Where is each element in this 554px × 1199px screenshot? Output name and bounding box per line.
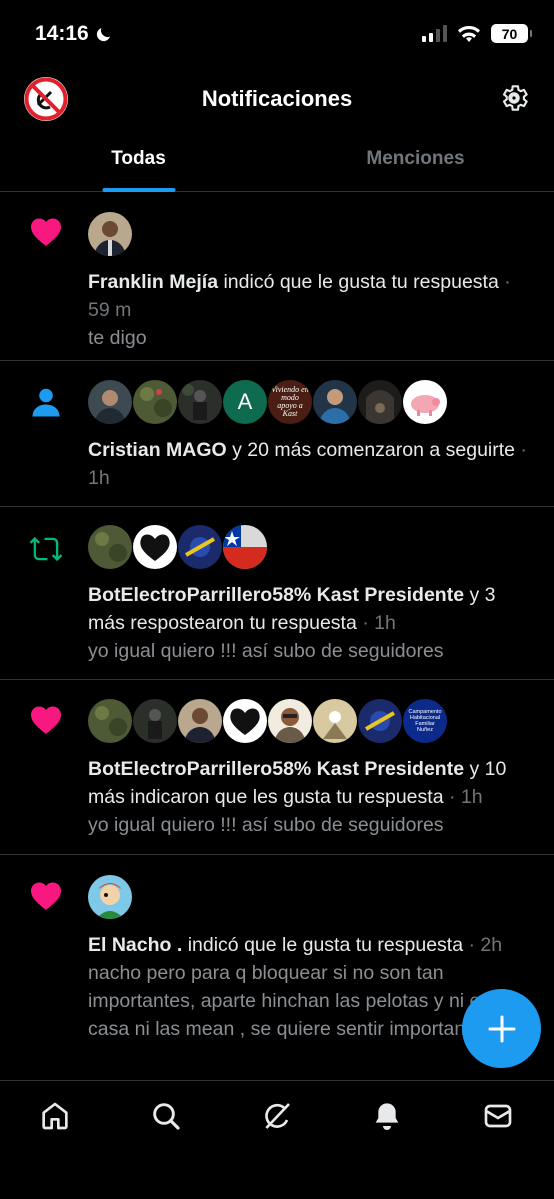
avatar[interactable]	[178, 699, 222, 743]
avatar[interactable]	[88, 699, 132, 743]
status-bar: 14:16 70	[0, 0, 554, 70]
person-icon	[32, 388, 60, 417]
actor-name[interactable]: Franklin Mejía	[88, 271, 218, 293]
search-icon	[153, 1103, 180, 1130]
grok-icon	[265, 1103, 290, 1129]
avatar[interactable]	[358, 380, 402, 424]
avatar[interactable]	[223, 699, 267, 743]
tab-todas[interactable]: Todas	[0, 130, 277, 192]
bell-icon	[375, 1103, 399, 1130]
avatar[interactable]: Viviendo en modo apoyo a Kast	[268, 380, 312, 424]
reply-snippet: te digo	[88, 327, 147, 349]
heart-icon	[31, 706, 61, 734]
nav-messages[interactable]	[481, 1099, 515, 1133]
home-icon	[42, 1102, 68, 1130]
timestamp: · 1h	[356, 612, 396, 634]
compose-post-button[interactable]	[462, 989, 541, 1068]
actor-name[interactable]: Cristian MAGO	[88, 439, 227, 461]
nav-search[interactable]	[149, 1099, 183, 1133]
avatar[interactable]	[313, 380, 357, 424]
tab-menciones[interactable]: Menciones	[277, 130, 554, 191]
header: Notificaciones	[0, 70, 554, 130]
avatar[interactable]: Campamento Habitacional Familiar Nuñez	[403, 699, 447, 743]
mail-icon	[484, 1104, 512, 1128]
notification-item[interactable]: Campamento Habitacional Familiar Nuñez B…	[0, 680, 554, 855]
status-time: 14:16	[35, 22, 89, 45]
nav-grok[interactable]	[260, 1099, 294, 1133]
reply-snippet: yo igual quiero !!! así subo de seguidor…	[88, 814, 444, 836]
tab-bar: Todas Menciones	[0, 130, 554, 192]
wifi-icon	[458, 25, 480, 42]
bottom-nav	[0, 1080, 554, 1199]
avatar[interactable]	[178, 525, 222, 569]
page-title: Notificaciones	[201, 86, 353, 111]
avatar[interactable]	[223, 525, 267, 569]
avatar[interactable]	[133, 525, 177, 569]
avatar[interactable]	[358, 699, 402, 743]
reply-snippet: yo igual quiero !!! así subo de seguidor…	[88, 640, 444, 662]
heart-icon	[31, 882, 61, 910]
avatar[interactable]	[178, 380, 222, 424]
avatar[interactable]	[88, 525, 132, 569]
repost-icon	[29, 536, 63, 562]
notification-item[interactable]: Franklin Mejía indicó que le gusta tu re…	[0, 192, 554, 361]
avatar[interactable]	[133, 699, 177, 743]
actor-name[interactable]: El Nacho .	[88, 934, 182, 956]
heart-icon	[31, 218, 61, 246]
avatar[interactable]	[88, 380, 132, 424]
timestamp: · 1h	[443, 786, 483, 808]
timestamp: · 2h	[463, 934, 503, 956]
avatar[interactable]	[313, 699, 357, 743]
avatar[interactable]	[268, 699, 312, 743]
actor-name[interactable]: BotElectroParrillero58% Kast Presidente	[88, 758, 464, 780]
nav-notifications[interactable]	[370, 1099, 404, 1133]
avatar[interactable]	[88, 212, 132, 256]
moon-icon	[96, 28, 110, 42]
signal-icon	[422, 25, 447, 42]
battery-icon: 70	[491, 24, 532, 43]
avatar[interactable]	[88, 875, 132, 919]
actor-name[interactable]: BotElectroParrillero58% Kast Presidente	[88, 584, 464, 606]
avatar[interactable]	[133, 380, 177, 424]
notification-item[interactable]: BotElectroParrillero58% Kast Presidente …	[0, 507, 554, 680]
plus-icon	[488, 1015, 515, 1042]
avatar[interactable]: A	[223, 380, 267, 424]
nav-home[interactable]	[38, 1099, 72, 1133]
settings-gear-icon[interactable]	[498, 82, 530, 114]
avatar[interactable]	[403, 380, 447, 424]
notification-item[interactable]: A Viviendo en modo apoyo a Kast Cristian…	[0, 361, 554, 507]
